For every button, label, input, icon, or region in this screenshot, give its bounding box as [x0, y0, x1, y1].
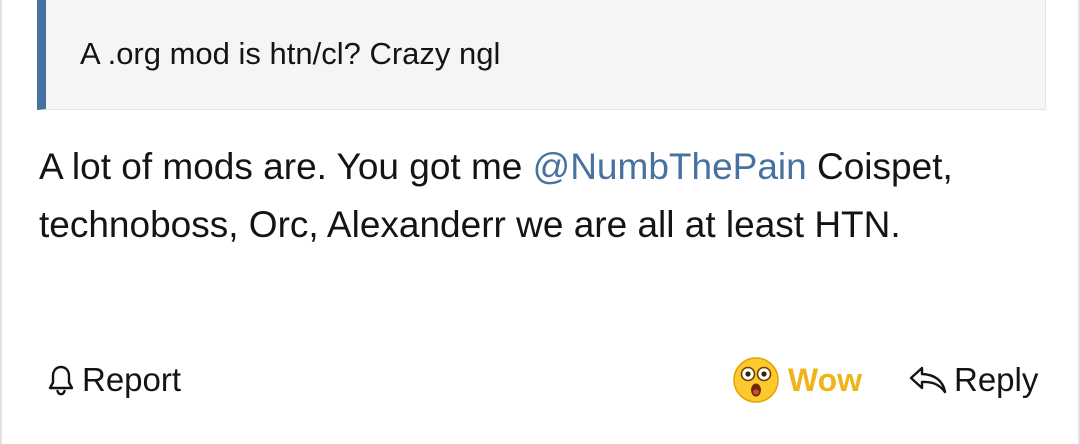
- report-button[interactable]: Report: [46, 352, 181, 408]
- post-actions-bar: Report Wow Reply: [2, 352, 1078, 408]
- wow-reaction-label: Wow: [788, 361, 863, 398]
- report-label: Report: [82, 361, 182, 398]
- message-body: A lot of mods are. You got me @NumbThePa…: [39, 138, 1039, 254]
- wow-reaction-button[interactable]: Wow: [732, 352, 862, 408]
- reply-arrow-icon: [908, 363, 948, 397]
- quote-text: A .org mod is htn/cl? Crazy ngl: [80, 36, 501, 71]
- user-mention-link[interactable]: @NumbThePain: [533, 146, 807, 187]
- reply-label: Reply: [954, 361, 1039, 398]
- quoted-message[interactable]: A .org mod is htn/cl? Crazy ngl: [37, 0, 1046, 110]
- wow-emoji-icon: [732, 356, 780, 404]
- message-text-part1: A lot of mods are. You got me: [39, 146, 533, 187]
- bell-icon: [46, 363, 76, 397]
- post-card: A .org mod is htn/cl? Crazy ngl A lot of…: [0, 0, 1080, 444]
- reply-button[interactable]: Reply: [908, 352, 1038, 408]
